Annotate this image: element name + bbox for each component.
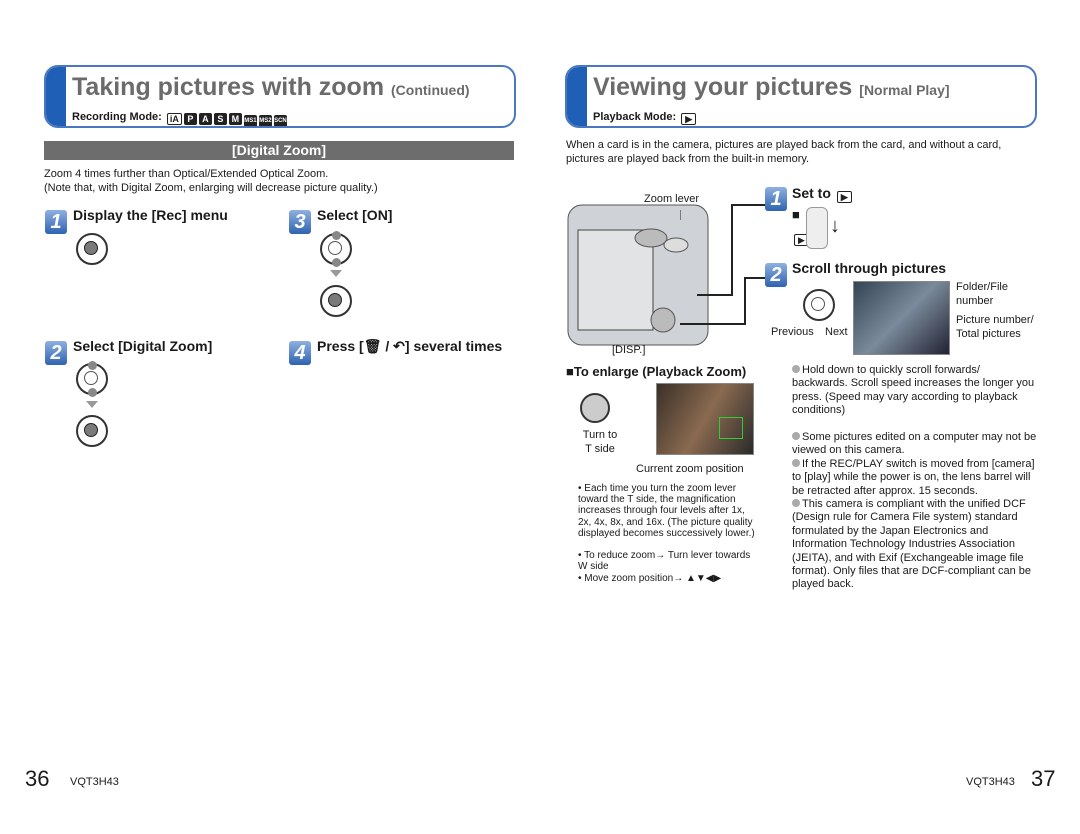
play-icon: ▶ xyxy=(836,191,852,203)
disp-label: [DISP.] xyxy=(612,344,646,356)
play-icon: ▶ xyxy=(681,113,697,125)
zoom-lever-icon xyxy=(580,393,610,423)
mode-m-icon: M xyxy=(228,113,242,125)
dial-updown-icon xyxy=(76,361,108,397)
section-bar: [Digital Zoom] xyxy=(44,141,514,160)
dial-leftright-icon xyxy=(803,289,835,321)
folder-file-label: Folder/File number xyxy=(956,281,1008,307)
enlarge-bullet: • Each time you turn the zoom lever towa… xyxy=(578,483,755,539)
page-number-left: 36 xyxy=(25,766,50,791)
enlarge-heading: ■To enlarge (Playback Zoom) xyxy=(566,364,747,379)
right-intro: When a card is in the camera, pictures a… xyxy=(566,139,1002,165)
rec-play-switch[interactable] xyxy=(806,207,828,249)
step-badge-1: 1 xyxy=(45,210,67,234)
note-item: This camera is compliant with the unifie… xyxy=(792,498,1032,591)
mode-ms1-icon: MS1 xyxy=(243,115,257,126)
step-badge-3: 3 xyxy=(289,210,311,234)
scroll-text: Scroll through pictures xyxy=(792,260,947,276)
right-header-box: Viewing your pictures [Normal Play] Play… xyxy=(565,65,1037,128)
step-4-text: Press [🗑 / ↶] several times xyxy=(317,338,503,354)
enlarge-bullet: • Move zoom position→ ▲▼◀▶ xyxy=(578,573,722,584)
playback-mode: Playback Mode: ▶ xyxy=(593,111,697,125)
set-to-text: Set to ▶ xyxy=(792,185,852,203)
header-stripe xyxy=(46,67,66,126)
playback-screen-image xyxy=(853,281,950,355)
step-badge-r1: 1 xyxy=(765,187,787,211)
current-zoom-label: Current zoom position xyxy=(636,463,744,475)
model-code-right: VQT3H43 xyxy=(966,776,1015,788)
page-title: Viewing your pictures [Normal Play] xyxy=(593,73,950,101)
page-title: Taking pictures with zoom (Continued) xyxy=(72,73,470,101)
mode-scn-icon: SCN xyxy=(273,115,287,126)
page-number-right: 37 xyxy=(1031,766,1056,791)
step-1-text: Display the [Rec] menu xyxy=(73,207,228,223)
return-icon: ↶ xyxy=(393,338,405,354)
dial-press-icon xyxy=(320,285,352,317)
turn-to-label: Turn to T side xyxy=(582,429,618,455)
recording-mode: Recording Mode: iA P A S M MS1 MS2 SCN xyxy=(72,111,287,126)
step-badge-4: 4 xyxy=(289,341,311,365)
zoom-position-box xyxy=(719,417,743,439)
note-item: If the REC/PLAY switch is moved from [ca… xyxy=(792,458,1035,497)
arrow-down-icon xyxy=(86,401,98,408)
camera-icon: ■ xyxy=(792,207,800,222)
mode-a-icon: A xyxy=(198,113,212,125)
intro-line-1: Zoom 4 times further than Optical/Extend… xyxy=(44,168,329,180)
arrow-down-icon xyxy=(330,270,342,277)
model-code-left: VQT3H43 xyxy=(70,776,119,788)
header-stripe xyxy=(567,67,587,126)
dial-press-icon xyxy=(76,233,108,265)
dial-press-icon xyxy=(76,415,108,447)
arrow-down-icon: ↓ xyxy=(830,215,840,237)
step-2-text: Select [Digital Zoom] xyxy=(73,338,213,354)
mode-ms2-icon: MS2 xyxy=(258,115,272,126)
next-label: Next xyxy=(825,326,848,338)
mode-s-icon: S xyxy=(213,113,227,125)
mode-p-icon: P xyxy=(183,113,197,125)
dial-updown-icon xyxy=(320,231,352,267)
note-item: Hold down to quickly scroll forwards/ ba… xyxy=(792,364,1035,417)
mode-ia-icon: iA xyxy=(166,113,182,125)
enlarge-bullet: • To reduce zoom→ Turn lever towards W s… xyxy=(578,550,751,573)
step-3-text: Select [ON] xyxy=(317,207,393,223)
trash-icon: 🗑 xyxy=(363,338,382,354)
previous-label: Previous xyxy=(771,326,814,338)
step-badge-r2: 2 xyxy=(765,263,787,287)
left-header-box: Taking pictures with zoom (Continued) Re… xyxy=(44,65,516,128)
intro-line-2: (Note that, with Digital Zoom, enlarging… xyxy=(44,182,378,194)
callout-lines xyxy=(680,204,765,325)
picture-number-label: Picture number/ Total pictures xyxy=(956,314,1034,340)
step-badge-2: 2 xyxy=(45,341,67,365)
zoomed-photo xyxy=(656,383,754,455)
note-item: Some pictures edited on a computer may n… xyxy=(792,431,1037,457)
